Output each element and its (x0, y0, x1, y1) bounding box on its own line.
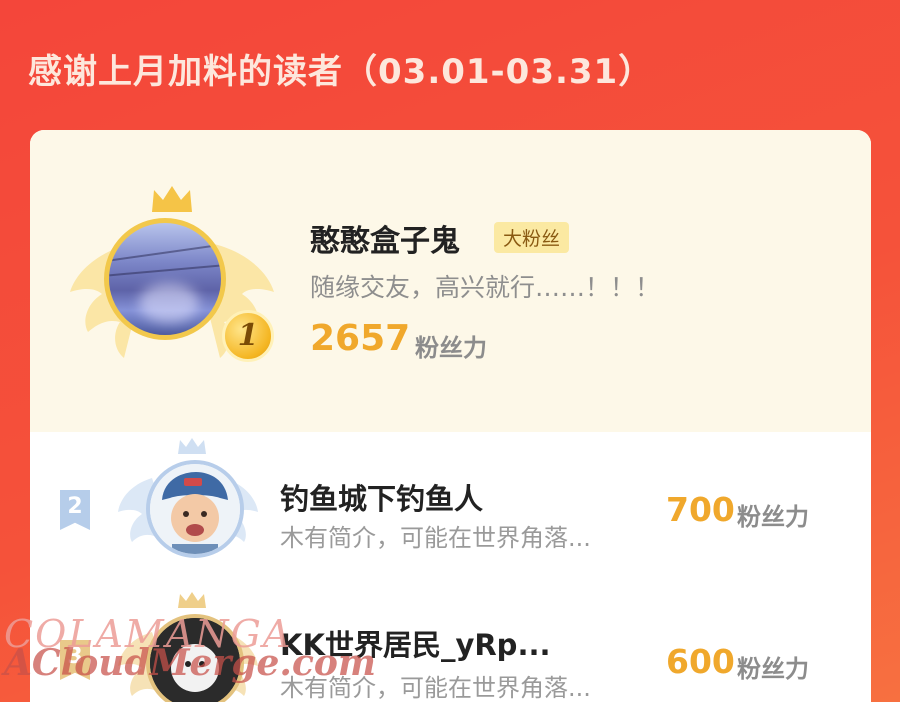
fan-power-label: 粉丝力 (737, 655, 809, 683)
watermark-line2: ACloudMerge.com (4, 642, 376, 684)
crown-icon (152, 186, 192, 212)
fan-power-value: 600 (666, 642, 735, 681)
fan-power-label: 粉丝力 (415, 334, 487, 362)
watermark: COLAMANGA ACloudMerge.com (4, 612, 376, 684)
reader-name[interactable]: 憨憨盒子鬼 (310, 216, 460, 260)
avatar[interactable] (104, 218, 226, 340)
reader-bio: 随缘交友，高兴就行……！！！ (310, 273, 661, 302)
reader-bio: 木有简介，可能在世界角落... (280, 524, 591, 552)
fan-power-value: 2657 (310, 318, 411, 359)
reader-name[interactable]: 钓鱼城下钓鱼人 (280, 476, 483, 518)
reader-row[interactable]: 2 钓鱼城下钓鱼人 木有简介，可能在世界角落... 700 粉丝力 (30, 432, 871, 582)
fan-power-label: 粉丝力 (737, 503, 809, 531)
fan-level-badge: 大粉丝 (494, 222, 570, 253)
rank-badge: 2 (60, 490, 90, 530)
child-photo-icon (150, 464, 240, 554)
fan-power-value: 700 (666, 490, 735, 529)
avatar-frame (118, 438, 258, 568)
page-title: 感谢上月加料的读者（03.01-03.31） (28, 52, 654, 92)
top-avatar-frame: 1 (68, 182, 276, 372)
avatar[interactable] (146, 460, 244, 558)
top-reader-section[interactable]: 1 憨憨盒子鬼 大粉丝 随缘交友，高兴就行……！！！ 2657 粉丝力 (30, 130, 871, 432)
gold-medal-icon: 1 (222, 310, 274, 362)
